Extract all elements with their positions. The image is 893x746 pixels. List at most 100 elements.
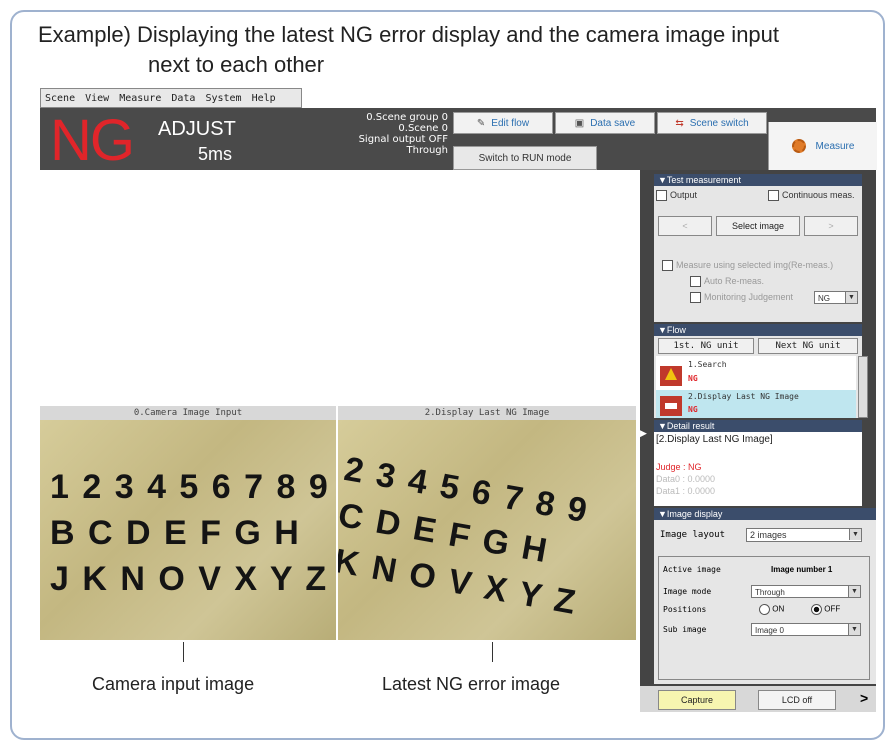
scene-info: 0.Scene group 0 0.Scene 0 Signal output … bbox=[330, 112, 448, 156]
camera-image-row-2: B C D E F G H bbox=[50, 514, 301, 552]
panel-collapse-icon[interactable]: ▶ bbox=[640, 428, 650, 438]
flow-item-status: NG bbox=[688, 405, 698, 414]
menu-system[interactable]: System bbox=[205, 93, 241, 104]
data-save-label: Data save bbox=[590, 117, 636, 129]
first-ng-unit-button[interactable]: 1st. NG unit bbox=[658, 338, 754, 354]
continuous-checkbox[interactable]: Continuous meas. bbox=[768, 190, 855, 202]
positions-off-label: OFF bbox=[824, 604, 841, 614]
control-panel: ▼Test measurement Output Continuous meas… bbox=[640, 170, 876, 712]
flow-item-label: 1.Search bbox=[688, 360, 727, 369]
measure-button[interactable]: Measure bbox=[768, 122, 877, 170]
caption-line-2: next to each other bbox=[148, 52, 325, 77]
select-image-button[interactable]: Select image bbox=[716, 216, 800, 236]
image-display-area: 0.Camera Image Input 2.Display Last NG I… bbox=[40, 170, 640, 712]
image-mode-dropdown[interactable]: Through ▼ bbox=[751, 585, 861, 598]
menu-help[interactable]: Help bbox=[252, 93, 276, 104]
scene-switch-label: Scene switch bbox=[689, 117, 749, 129]
measure-gear-icon bbox=[791, 139, 806, 153]
measure-selected-label: Measure using selected img(Re-meas.) bbox=[676, 260, 834, 270]
output-checkbox[interactable]: Output bbox=[656, 190, 697, 202]
footer-bar: Capture LCD off > bbox=[640, 686, 876, 712]
positions-on-radio[interactable]: ON bbox=[759, 604, 784, 615]
edit-flow-label: Edit flow bbox=[491, 117, 530, 129]
monitoring-dropdown[interactable]: NG ▼ bbox=[814, 291, 858, 304]
flow-scrollbar[interactable] bbox=[858, 356, 868, 418]
menu-data[interactable]: Data bbox=[171, 93, 195, 104]
positions-on-label: ON bbox=[772, 604, 785, 614]
edit-flow-icon: ✎ bbox=[476, 117, 486, 129]
caption-line-1: Example) Displaying the latest NG error … bbox=[38, 22, 780, 47]
flow-item-status: NG bbox=[688, 374, 698, 383]
detail-result-header[interactable]: ▼Detail result bbox=[654, 420, 862, 432]
image-layout-dropdown[interactable]: 2 images ▼ bbox=[746, 528, 862, 542]
signal-output: Signal output OFF bbox=[358, 134, 448, 145]
ng-image-panel[interactable]: 2 3 4 5 6 7 8 9 C D E F G H K N O V X Y … bbox=[338, 420, 636, 640]
image-mode-value: Through bbox=[755, 588, 785, 597]
test-measurement-header[interactable]: ▼Test measurement bbox=[654, 174, 862, 186]
image-layout-value: 2 images bbox=[750, 530, 787, 540]
detail-data0: Data0 : 0.0000 bbox=[656, 474, 716, 484]
measure-selected-checkbox[interactable]: Measure using selected img(Re-meas.) bbox=[662, 260, 834, 272]
image-mode-label: Image mode bbox=[663, 587, 712, 596]
camera-image-row-3: J K N O V X Y Z bbox=[50, 560, 329, 598]
image-display-section: Image layout 2 images ▼ Active image Imag… bbox=[654, 520, 876, 684]
camera-input-caption: Camera input image bbox=[92, 674, 255, 694]
next-image-button[interactable]: > bbox=[804, 216, 858, 236]
menu-measure[interactable]: Measure bbox=[119, 93, 161, 104]
more-arrow-button[interactable]: > bbox=[860, 690, 868, 706]
switch-run-mode-button[interactable]: Switch to RUN mode bbox=[453, 146, 597, 170]
auto-remeas-label: Auto Re-meas. bbox=[704, 276, 765, 286]
camera-image-panel[interactable]: 1 2 3 4 5 6 7 8 9 B C D E F G H J K N O … bbox=[40, 420, 336, 640]
monitoring-checkbox[interactable]: Monitoring Judgement bbox=[690, 292, 793, 304]
auto-remeas-check-icon bbox=[690, 276, 701, 288]
flow-header[interactable]: ▼Flow bbox=[654, 324, 862, 336]
processing-time: 5ms bbox=[198, 144, 233, 164]
data-save-button[interactable]: ▣ Data save bbox=[555, 112, 655, 134]
scene-switch-button[interactable]: ⇆ Scene switch bbox=[657, 112, 767, 134]
auto-remeas-checkbox[interactable]: Auto Re-meas. bbox=[690, 276, 765, 288]
detail-judge: Judge : NG bbox=[656, 462, 702, 472]
ng-leader-line bbox=[492, 642, 493, 662]
menu-scene[interactable]: Scene bbox=[45, 93, 75, 104]
detail-data1: Data1 : 0.0000 bbox=[656, 486, 716, 496]
ng-image-title: 2.Display Last NG Image bbox=[338, 406, 636, 420]
continuous-check-icon bbox=[768, 190, 779, 202]
image-settings-box: Active image Image number 1 Image mode T… bbox=[658, 556, 870, 680]
next-ng-unit-button[interactable]: Next NG unit bbox=[758, 338, 858, 354]
flow-item-display-last-ng[interactable]: 2.Display Last NG Image NG bbox=[656, 390, 856, 418]
menu-bar: Scene View Measure Data System Help bbox=[40, 88, 302, 108]
camera-leader-line bbox=[183, 642, 184, 662]
prev-image-button[interactable]: < bbox=[658, 216, 712, 236]
mode-label: ADJUST bbox=[158, 118, 236, 140]
scene-group: 0.Scene group 0 bbox=[366, 112, 448, 123]
test-measurement-section: Output Continuous meas. < Select image >… bbox=[654, 186, 862, 322]
menu-view[interactable]: View bbox=[85, 93, 109, 104]
positions-off-radio[interactable]: OFF bbox=[811, 604, 840, 615]
camera-image-title: 0.Camera Image Input bbox=[40, 406, 336, 420]
flow-section: 1st. NG unit Next NG unit 1.Search NG 2.… bbox=[654, 336, 868, 418]
active-image-label: Active image bbox=[663, 565, 721, 574]
chevron-down-icon: ▼ bbox=[845, 292, 857, 303]
app-window: Scene View Measure Data System Help NG A… bbox=[40, 88, 877, 712]
scene-switch-icon: ⇆ bbox=[675, 117, 684, 129]
capture-button[interactable]: Capture bbox=[658, 690, 736, 710]
chevron-down-icon: ▼ bbox=[848, 586, 860, 597]
sub-image-value: Image 0 bbox=[755, 626, 784, 635]
judgement-display: NG bbox=[50, 108, 135, 173]
active-image-value: Image number 1 bbox=[771, 565, 833, 574]
image-display-header[interactable]: ▼Image display bbox=[654, 508, 876, 520]
radio-on-icon bbox=[811, 604, 822, 615]
error-icon bbox=[660, 396, 682, 416]
image-layout-label: Image layout bbox=[660, 530, 726, 540]
lcd-off-button[interactable]: LCD off bbox=[758, 690, 836, 710]
measure-selected-check-icon bbox=[662, 260, 673, 272]
monitoring-value: NG bbox=[818, 294, 830, 303]
ng-image-caption: Latest NG error image bbox=[382, 674, 561, 694]
flow-item-search[interactable]: 1.Search NG bbox=[656, 356, 856, 390]
sub-image-dropdown[interactable]: Image 0 ▼ bbox=[751, 623, 861, 636]
flow-item-label: 2.Display Last NG Image bbox=[688, 392, 799, 401]
scene-name: 0.Scene 0 bbox=[398, 123, 448, 134]
save-icon: ▣ bbox=[574, 117, 585, 129]
edit-flow-button[interactable]: ✎ Edit flow bbox=[453, 112, 553, 134]
menu-bar-background bbox=[302, 88, 876, 108]
